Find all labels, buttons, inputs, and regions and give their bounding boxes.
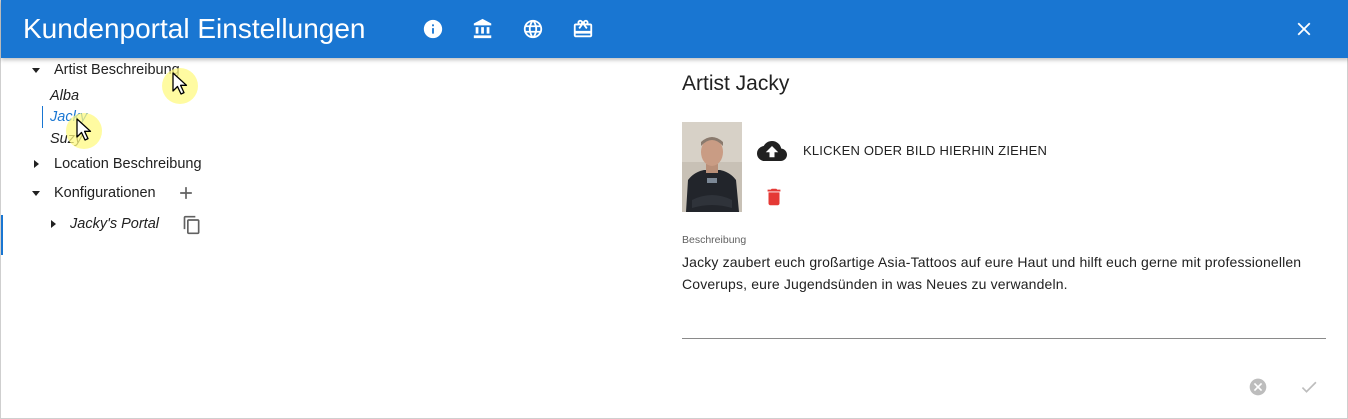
settings-dialog: Kundenportal Einstellungen Artist Beschr… — [0, 0, 1348, 419]
description-textarea[interactable]: Jacky zaubert euch großartige Asia-Tatto… — [682, 251, 1332, 295]
tree-node-label: Jacky's Portal — [70, 216, 159, 232]
confirm-icon[interactable] — [1298, 376, 1320, 398]
tree-node-konfigurationen[interactable]: Konfigurationen — [32, 181, 156, 205]
caret-down-icon[interactable] — [32, 190, 40, 196]
tree-node-jackys-portal[interactable]: Jacky's Portal — [49, 212, 159, 236]
caret-right-icon[interactable] — [34, 160, 39, 168]
mouse-pointer-icon — [172, 72, 188, 95]
tree-node-label: Konfigurationen — [54, 185, 156, 201]
info-icon[interactable] — [418, 14, 448, 44]
tree-node-label: Location Beschreibung — [54, 156, 202, 172]
card-giftcard-icon[interactable] — [568, 14, 598, 44]
selection-indicator — [42, 106, 43, 128]
delete-icon[interactable] — [763, 186, 785, 208]
close-icon[interactable] — [1289, 14, 1319, 44]
add-config-icon[interactable] — [175, 182, 197, 204]
bank-icon[interactable] — [468, 14, 498, 44]
detail-title: Artist Jacky — [682, 72, 790, 95]
tree-node-location-beschreibung[interactable]: Location Beschreibung — [32, 152, 202, 176]
settings-tree: Artist Beschreibung Alba Jacky Suzy Loca… — [1, 58, 661, 418]
cloud-upload-icon[interactable] — [754, 136, 790, 166]
tree-node-artist-beschreibung[interactable]: Artist Beschreibung — [32, 58, 180, 82]
mouse-pointer-icon — [76, 118, 92, 141]
cancel-icon[interactable] — [1247, 376, 1269, 398]
tree-node-label: Artist Beschreibung — [54, 62, 180, 78]
upload-dropzone-label[interactable]: KLICKEN ODER BILD HIERHIN ZIEHEN — [803, 143, 1047, 158]
artist-photo — [682, 122, 742, 212]
description-underline — [682, 338, 1326, 339]
description-label: Beschreibung — [682, 234, 747, 246]
copy-icon[interactable] — [181, 214, 203, 236]
dialog-header: Kundenportal Einstellungen — [1, 0, 1348, 58]
globe-icon[interactable] — [518, 14, 548, 44]
caret-right-icon[interactable] — [51, 220, 56, 228]
tree-leaf-alba[interactable]: Alba — [50, 88, 79, 104]
caret-down-icon[interactable] — [32, 67, 40, 73]
dialog-title: Kundenportal Einstellungen — [23, 13, 366, 44]
